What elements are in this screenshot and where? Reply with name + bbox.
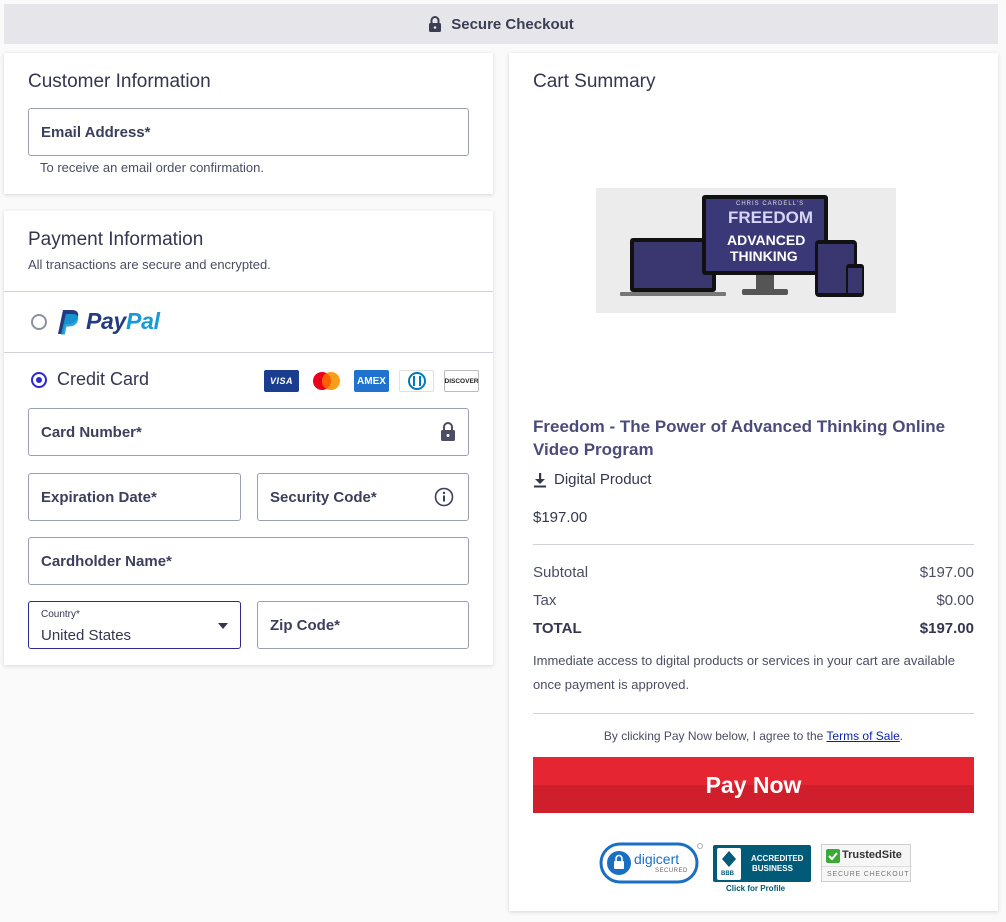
zip-code-label: Zip Code*	[270, 616, 340, 634]
product-price: $197.00	[533, 509, 588, 526]
trust-badges: digicert SECURED BBB ACCREDITED BUSINESS…	[599, 842, 912, 895]
total-label: TOTAL	[533, 620, 582, 637]
discover-logo-icon: DISCOVER	[444, 370, 479, 392]
cardholder-name-label: Cardholder Name*	[41, 552, 172, 570]
tax-value: $0.00	[936, 592, 974, 609]
tax-row: Tax $0.00	[533, 592, 974, 609]
product-image-brand: CHRIS CARDELL'S	[736, 201, 805, 207]
mastercard-logo-icon	[313, 372, 340, 390]
access-note: Immediate access to digital products or …	[533, 653, 955, 692]
paypal-option[interactable]: PayPal	[58, 308, 160, 335]
secure-checkout-title: Secure Checkout	[451, 15, 574, 33]
info-icon[interactable]	[434, 487, 454, 507]
bbb-business: BUSINESS	[752, 864, 793, 873]
divider	[533, 544, 974, 545]
cardholder-name-field[interactable]: Cardholder Name*	[28, 537, 469, 585]
chevron-down-icon	[218, 623, 228, 629]
security-code-field[interactable]: Security Code*	[257, 473, 469, 521]
divider	[533, 713, 974, 714]
product-type: Digital Product	[533, 471, 652, 488]
cart-summary-title: Cart Summary	[533, 71, 656, 92]
security-code-label: Security Code*	[270, 488, 377, 506]
tax-label: Tax	[533, 592, 557, 609]
subtotal-row: Subtotal $197.00	[533, 564, 974, 581]
total-row: TOTAL $197.00	[533, 620, 974, 637]
zip-code-field[interactable]: Zip Code*	[257, 601, 469, 649]
expiration-date-label: Expiration Date*	[41, 488, 157, 506]
email-field[interactable]: Email Address*	[28, 108, 469, 156]
total-value: $197.00	[919, 620, 974, 637]
trustedsite-sub: SECURE CHECKOUT	[827, 871, 910, 878]
product-type-label: Digital Product	[554, 471, 652, 488]
terms-agreement: By clicking Pay Now below, I agree to th…	[603, 729, 904, 743]
lock-icon	[441, 422, 455, 441]
paypal-radio[interactable]	[31, 314, 47, 330]
email-hint: To receive an email order confirmation.	[40, 160, 264, 175]
email-field-label: Email Address*	[41, 123, 151, 141]
customer-information-card: Customer Information Email Address* To r…	[4, 53, 493, 194]
product-image-line2: ADVANCED	[727, 232, 806, 248]
visa-logo-icon: VISA	[264, 370, 299, 392]
digicert-secured: SECURED	[655, 868, 688, 874]
amex-logo-icon: AMEX	[354, 370, 389, 392]
cart-summary-card: Cart Summary CHRIS CARDELL'S FREEDOM ADV…	[509, 53, 998, 911]
paypal-wordmark: PayPal	[86, 308, 160, 334]
pay-now-button[interactable]: Pay Now	[533, 757, 974, 813]
card-brand-logos: VISA AMEX DISCOVER	[264, 370, 479, 392]
download-icon	[534, 472, 546, 487]
payment-subtitle: All transactions are secure and encrypte…	[28, 257, 271, 272]
digicert-wordmark: digicert	[634, 851, 680, 867]
diners-club-logo-icon	[399, 370, 434, 392]
trustedsite-badge[interactable]: TrustedSite SECURE CHECKOUT	[821, 844, 912, 882]
product-image: CHRIS CARDELL'S FREEDOM ADVANCED THINKIN…	[596, 188, 896, 313]
bbb-caption: Click for Profile	[726, 884, 786, 893]
card-number-label: Card Number*	[41, 423, 142, 441]
product-image-line1: FREEDOM	[728, 208, 813, 227]
expiration-date-field[interactable]: Expiration Date*	[28, 473, 241, 521]
lock-icon	[429, 16, 442, 32]
trustedsite-wordmark: TrustedSite	[842, 849, 902, 861]
payment-information-title: Payment Information	[28, 229, 204, 250]
divider	[4, 291, 493, 292]
bbb-accredited: ACCREDITED	[751, 854, 804, 863]
customer-information-title: Customer Information	[28, 71, 211, 92]
country-select[interactable]: Country* United States	[28, 601, 241, 649]
digicert-badge[interactable]: digicert SECURED	[599, 842, 703, 884]
card-number-field[interactable]: Card Number*	[28, 408, 469, 456]
divider	[4, 352, 493, 353]
bbb-badge[interactable]: BBB ACCREDITED BUSINESS Click for Profil…	[713, 845, 811, 895]
checkmark-icon	[826, 849, 840, 863]
paypal-icon	[58, 309, 79, 334]
credit-card-radio[interactable]	[31, 372, 47, 388]
terms-of-sale-link[interactable]: Terms of Sale	[826, 729, 899, 743]
product-name: Freedom - The Power of Advanced Thinking…	[533, 417, 946, 459]
country-select-value: United States	[41, 627, 132, 644]
subtotal-value: $197.00	[919, 564, 974, 581]
subtotal-label: Subtotal	[533, 564, 589, 581]
payment-information-card: Payment Information All transactions are…	[4, 211, 493, 665]
credit-card-label[interactable]: Credit Card	[57, 369, 149, 390]
secure-checkout-bar: Secure Checkout	[4, 4, 998, 44]
bbb-logo-text: BBB	[721, 871, 734, 877]
country-select-label: Country*	[41, 609, 80, 620]
product-image-line3: THINKING	[730, 248, 798, 264]
